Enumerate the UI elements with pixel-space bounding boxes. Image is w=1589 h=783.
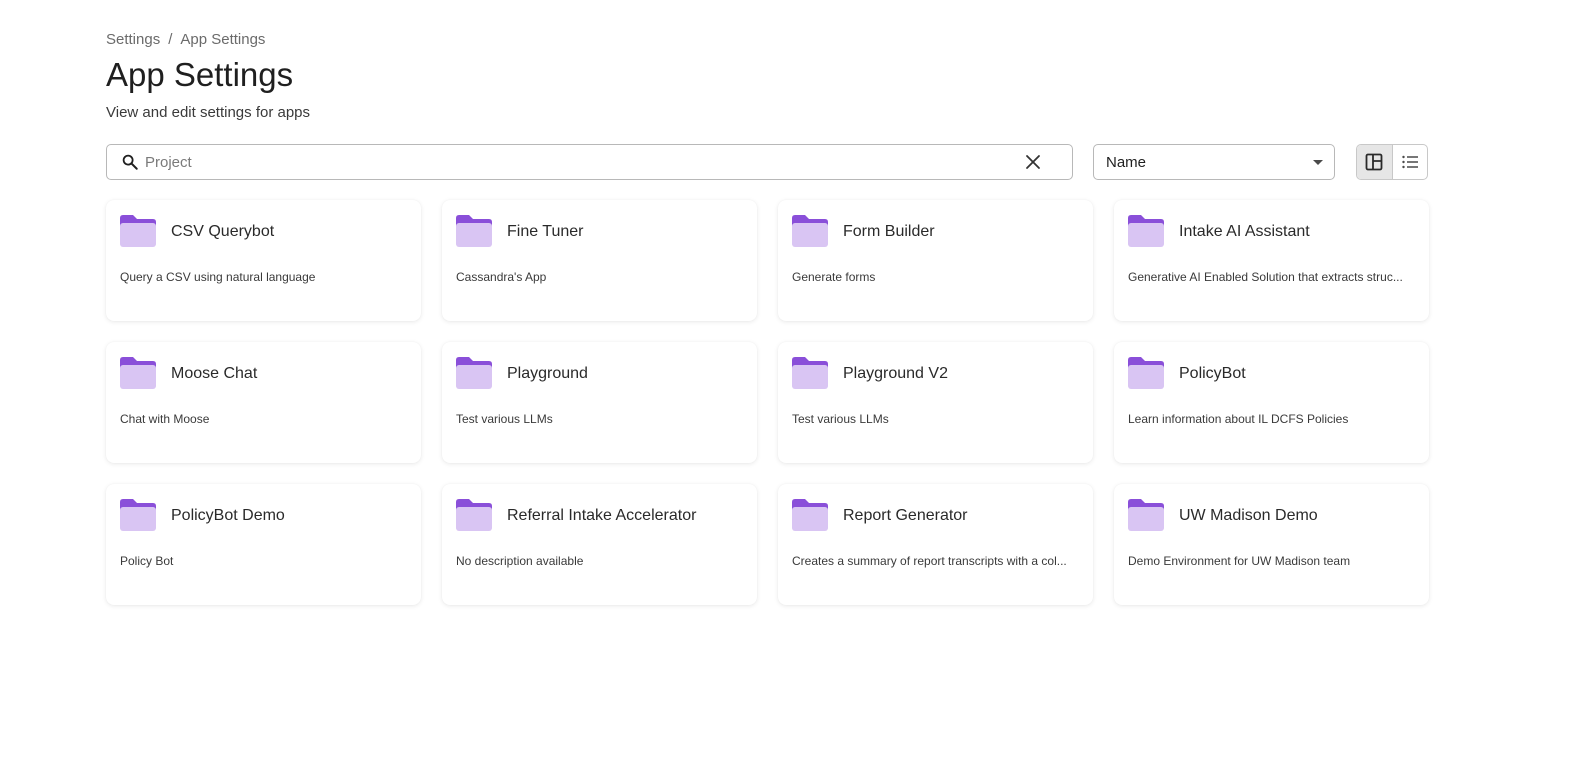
app-card-description: Policy Bot bbox=[120, 554, 174, 568]
app-card-description: No description available bbox=[456, 554, 584, 568]
app-card-description: Query a CSV using natural language bbox=[120, 270, 316, 284]
folder-icon bbox=[120, 215, 156, 247]
app-card-title: Report Generator bbox=[843, 507, 968, 524]
app-card-title: PolicyBot bbox=[1179, 365, 1246, 382]
app-card-title: PolicyBot Demo bbox=[171, 507, 285, 524]
app-card-description: Test various LLMs bbox=[456, 412, 553, 426]
list-view-button[interactable] bbox=[1393, 145, 1428, 179]
app-card[interactable]: Referral Intake Accelerator No descriptio… bbox=[442, 484, 757, 605]
app-card-title: Moose Chat bbox=[171, 365, 258, 382]
grid-view-icon bbox=[1365, 153, 1383, 171]
folder-icon bbox=[456, 499, 492, 531]
search-box bbox=[106, 144, 1073, 180]
search-icon bbox=[122, 154, 138, 170]
app-card-description: Learn information about IL DCFS Policies bbox=[1128, 412, 1349, 426]
view-toggle bbox=[1356, 144, 1428, 180]
sort-selected-value: Name bbox=[1106, 154, 1147, 171]
caret-down-icon bbox=[1313, 160, 1323, 165]
app-card-title: Form Builder bbox=[843, 223, 935, 240]
folder-icon bbox=[1128, 499, 1164, 531]
breadcrumb-separator: / bbox=[168, 31, 173, 48]
app-card-title: Referral Intake Accelerator bbox=[507, 507, 697, 524]
app-card-description: Cassandra's App bbox=[456, 270, 547, 284]
grid-view-button[interactable] bbox=[1357, 145, 1393, 179]
folder-icon bbox=[120, 357, 156, 389]
list-view-icon bbox=[1402, 155, 1418, 169]
app-card-description: Creates a summary of report transcripts … bbox=[792, 554, 1067, 568]
page-subtitle: View and edit settings for apps bbox=[106, 104, 311, 121]
app-card[interactable]: UW Madison Demo Demo Environment for UW M… bbox=[1114, 484, 1429, 605]
folder-icon bbox=[1128, 357, 1164, 389]
app-card-description: Chat with Moose bbox=[120, 412, 210, 426]
app-card[interactable]: Moose Chat Chat with Moose bbox=[106, 342, 421, 463]
folder-icon bbox=[120, 499, 156, 531]
app-card[interactable]: PolicyBot Demo Policy Bot bbox=[106, 484, 421, 605]
app-card[interactable]: CSV Querybot Query a CSV using natural la… bbox=[106, 200, 421, 321]
page-title: App Settings bbox=[106, 56, 294, 93]
folder-icon bbox=[456, 215, 492, 247]
folder-icon bbox=[1128, 215, 1164, 247]
app-card-title: Fine Tuner bbox=[507, 223, 584, 240]
search-input[interactable] bbox=[145, 145, 1005, 179]
close-icon[interactable] bbox=[1025, 154, 1041, 170]
app-card[interactable]: Form Builder Generate forms bbox=[778, 200, 1093, 321]
toolbar: Name bbox=[106, 144, 1428, 180]
app-card-title: UW Madison Demo bbox=[1179, 507, 1318, 524]
app-card-title: Playground V2 bbox=[843, 365, 948, 382]
folder-icon bbox=[792, 499, 828, 531]
app-card-title: CSV Querybot bbox=[171, 223, 275, 240]
folder-icon bbox=[792, 357, 828, 389]
breadcrumb-item-app-settings: App Settings bbox=[180, 31, 266, 48]
breadcrumb: Settings / App Settings bbox=[106, 31, 265, 48]
breadcrumb-item-settings[interactable]: Settings bbox=[106, 31, 160, 48]
app-card-title: Intake AI Assistant bbox=[1179, 223, 1310, 240]
folder-icon bbox=[792, 215, 828, 247]
app-card[interactable]: Playground Test various LLMs bbox=[442, 342, 757, 463]
app-card-description: Demo Environment for UW Madison team bbox=[1128, 554, 1351, 568]
app-card[interactable]: PolicyBot Learn information about IL DCFS… bbox=[1114, 342, 1429, 463]
app-card[interactable]: Intake AI Assistant Generative AI Enabled… bbox=[1114, 200, 1429, 321]
app-card[interactable]: Report Generator Creates a summary of rep… bbox=[778, 484, 1093, 605]
sort-select[interactable]: Name bbox=[1093, 144, 1335, 180]
app-card-description: Generative AI Enabled Solution that extr… bbox=[1128, 270, 1403, 284]
app-card[interactable]: Playground V2 Test various LLMs bbox=[778, 342, 1093, 463]
app-card[interactable]: Fine Tuner Cassandra's App bbox=[442, 200, 757, 321]
app-card-description: Test various LLMs bbox=[792, 412, 889, 426]
app-card-description: Generate forms bbox=[792, 270, 876, 284]
app-card-title: Playground bbox=[507, 365, 588, 382]
folder-icon bbox=[456, 357, 492, 389]
app-card-grid: CSV Querybot Query a CSV using natural la… bbox=[106, 200, 1429, 605]
